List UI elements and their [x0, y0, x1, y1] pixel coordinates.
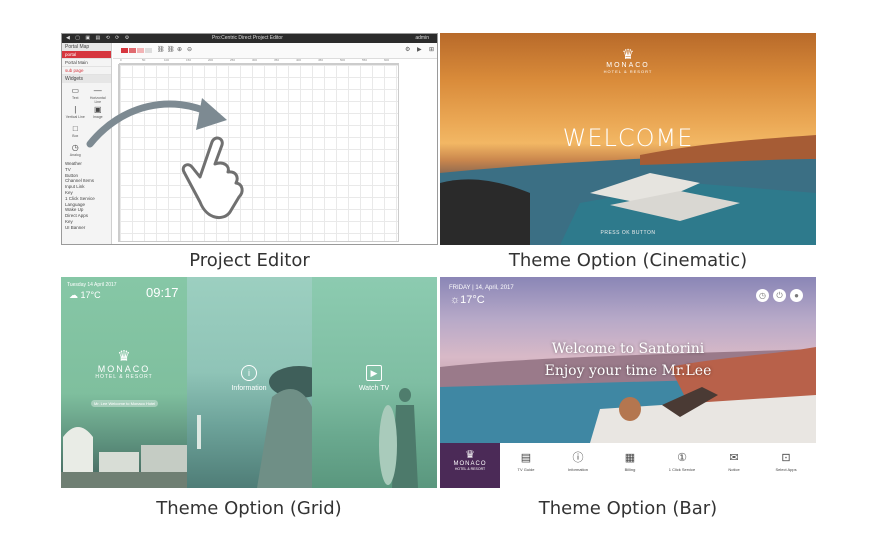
- menu-label: TV Guide: [517, 467, 535, 472]
- hand-pointer-icon: [181, 136, 244, 220]
- monaco-logo: ♛ MONACO HOTEL & RESORT: [440, 47, 816, 74]
- bar-date: FRIDAY | 14, April, 2017: [449, 285, 514, 291]
- caption-project-editor: Project Editor: [189, 250, 310, 271]
- menu-one-click-service[interactable]: ① 1 Click Service: [656, 443, 708, 488]
- play-icon: ▶: [366, 365, 382, 381]
- grid-woman-scenery: [197, 366, 312, 488]
- menu-information[interactable]: ⓘ Information: [552, 443, 604, 488]
- notice-icon: ✉: [729, 452, 739, 464]
- bar-weather: ☼17°C: [450, 294, 485, 306]
- grid-date: Tuesday 14 April 2017: [67, 282, 117, 288]
- menu-label: Information: [567, 467, 588, 472]
- grid-left-column: Tuesday 14 April 2017 ☁ 17°C 09:17 ♛ MON…: [61, 277, 187, 488]
- apps-icon: ⊡: [781, 452, 791, 464]
- one-click-icon: ①: [677, 452, 687, 464]
- brand-subtitle: HOTEL & RESORT: [603, 69, 653, 74]
- grid-temperature: 17°C: [80, 290, 101, 300]
- tv-guide-icon: ▤: [520, 452, 532, 464]
- bar-temperature: 17°C: [460, 294, 485, 306]
- menu-label: Billing: [624, 467, 636, 472]
- menu-label: Select Apps: [775, 467, 797, 472]
- billing-icon: ▦: [624, 452, 636, 464]
- welcome-line-2: Enjoy your time Mr.Lee: [544, 363, 712, 379]
- menu-select-apps[interactable]: ⊡ Select Apps: [760, 443, 812, 488]
- welcome-pill: Mr. Lee Welcome to Monaco Hotel: [91, 400, 159, 407]
- arrow-head-icon: [196, 98, 227, 130]
- grid-monaco-logo: ♛ MONACO HOTEL & RESORT: [61, 349, 187, 380]
- theme-bar-screenshot: FRIDAY | 14, April, 2017 ☼17°C ◷ ⏻ ● Wel…: [440, 277, 816, 488]
- grid-surfer-scenery: [379, 388, 418, 488]
- caption-bar: Theme Option (Bar): [538, 498, 718, 519]
- grid-village-scenery: [61, 427, 187, 488]
- grid-clock: 09:17: [146, 285, 179, 300]
- bar-monaco-logo: ♛ MONACO HOTEL & RESORT: [440, 443, 500, 488]
- curved-arrow-icon: [86, 100, 216, 148]
- brand-subtitle: HOTEL & RESORT: [95, 374, 153, 380]
- alarm-icon[interactable]: ◷: [756, 289, 769, 302]
- welcome-heading: WELCOME: [562, 124, 694, 152]
- caption-cinematic: Theme Option (Cinematic): [508, 250, 748, 271]
- cloud-sun-icon: ☁: [69, 290, 78, 300]
- brand-name: MONACO: [606, 62, 650, 69]
- crown-icon: ♛: [117, 348, 131, 365]
- grid-weather: ☁ 17°C: [69, 290, 101, 301]
- menu-label: 1 Click Service: [668, 467, 696, 472]
- tile-label: Information: [231, 385, 267, 392]
- grid-information-tile[interactable]: i Information: [187, 277, 312, 488]
- tile-label: Watch TV: [358, 385, 390, 392]
- project-editor-screenshot: ◀ ▢ ▣ ▤ ⟲ ⟳ ⚙ Pro:Centric Direct Project…: [61, 33, 438, 245]
- grid-watch-tv-tile[interactable]: ▶ Watch TV: [312, 277, 437, 488]
- drag-arrow-illustration: [86, 98, 244, 220]
- brand-name: MONACO: [97, 364, 151, 374]
- sun-icon: ☼: [450, 294, 461, 306]
- welcome-line-1: Welcome to Santorini: [551, 341, 705, 357]
- crown-icon: ♛: [465, 449, 475, 461]
- brand-subtitle: HOTEL & RESORT: [454, 467, 486, 471]
- caption-grid: Theme Option (Grid): [156, 498, 342, 519]
- menu-billing[interactable]: ▦ Billing: [604, 443, 656, 488]
- info-icon: i: [241, 365, 257, 381]
- crown-icon: ♛: [621, 46, 635, 62]
- press-ok-prompt[interactable]: PRESS OK BUTTON: [440, 230, 816, 236]
- information-icon: ⓘ: [572, 452, 584, 464]
- menu-notice[interactable]: ✉ Notice: [708, 443, 760, 488]
- user-icon[interactable]: ●: [790, 289, 803, 302]
- theme-cinematic-screenshot: ♛ MONACO HOTEL & RESORT WELCOME PRESS OK…: [440, 33, 816, 245]
- power-icon[interactable]: ⏻: [773, 289, 786, 302]
- theme-grid-screenshot: Tuesday 14 April 2017 ☁ 17°C 09:17 ♛ MON…: [61, 277, 437, 488]
- menu-label: Notice: [728, 467, 740, 472]
- menu-tv-guide[interactable]: ▤ TV Guide: [500, 443, 552, 488]
